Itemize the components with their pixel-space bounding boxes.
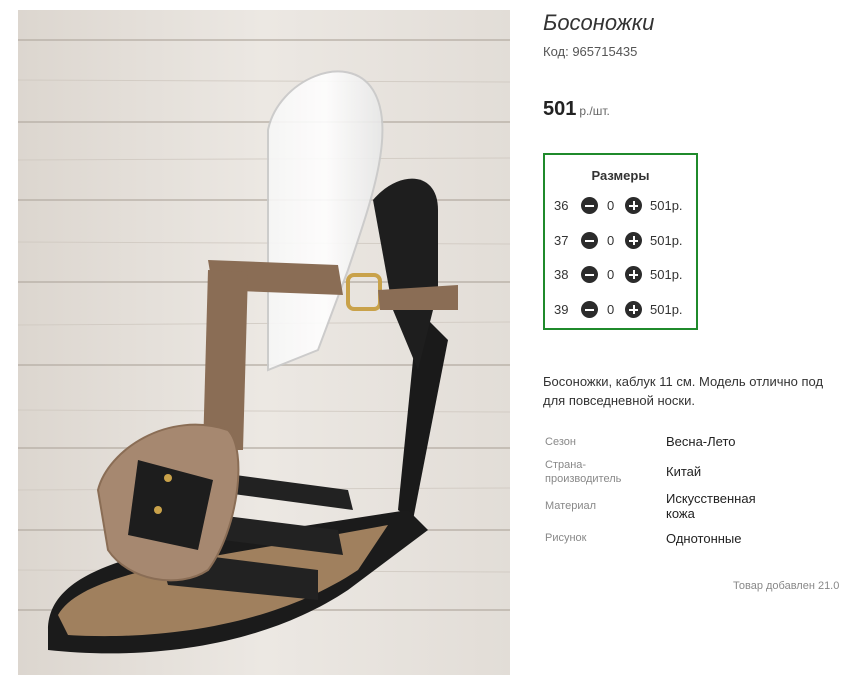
description-line: для повседневной носки.	[543, 393, 695, 408]
prop-value-line: кожа	[666, 506, 695, 521]
plus-icon[interactable]	[625, 301, 642, 318]
sandal-photo-icon	[18, 10, 510, 675]
prop-value-material: Искусственная кожа	[666, 491, 786, 521]
price-unit: р./шт.	[579, 104, 610, 118]
prop-label-country: Страна- производитель	[545, 458, 621, 486]
prop-value-pattern: Однотонные	[666, 531, 742, 546]
product-image[interactable]	[18, 10, 510, 675]
minus-icon[interactable]	[581, 266, 598, 283]
prop-label-material: Материал	[545, 500, 596, 512]
size-price: 501р.	[650, 233, 683, 248]
plus-icon[interactable]	[625, 197, 642, 214]
prop-value-country: Китай	[666, 464, 702, 479]
product-title: Босоножки	[543, 10, 655, 35]
size-row-36: 36 0 501р.	[545, 195, 696, 217]
product-price: 501 р./шт.	[543, 98, 610, 121]
plus-icon[interactable]	[625, 232, 642, 249]
prop-value-line: Искусственная	[666, 491, 756, 506]
quantity-value: 0	[607, 198, 615, 213]
added-date: Товар добавлен 21.0	[733, 580, 840, 592]
prop-label-line: Страна-	[545, 459, 587, 471]
size-row-37: 37 0 501р.	[545, 230, 696, 252]
price-amount: 501	[543, 98, 577, 120]
prop-label-season: Сезон	[545, 436, 576, 448]
prop-label-pattern: Рисунок	[545, 532, 587, 544]
size-label: 38	[554, 267, 569, 282]
quantity-value: 0	[607, 233, 615, 248]
minus-icon[interactable]	[581, 301, 598, 318]
size-price: 501р.	[650, 198, 683, 213]
size-price: 501р.	[650, 302, 683, 317]
quantity-value: 0	[607, 302, 615, 317]
product-code: Код: 965715435	[543, 44, 638, 59]
size-row-38: 38 0 501р.	[545, 264, 696, 286]
size-label: 39	[554, 302, 569, 317]
minus-icon[interactable]	[581, 197, 598, 214]
size-row-39: 39 0 501р.	[545, 299, 696, 321]
size-label: 36	[554, 198, 569, 213]
prop-value-season: Весна-Лето	[666, 434, 736, 449]
size-price: 501р.	[650, 267, 683, 282]
prop-label-line: производитель	[545, 473, 622, 485]
description-line: Босоножки, каблук 11 см. Модель отлично …	[543, 374, 824, 389]
plus-icon[interactable]	[625, 266, 642, 283]
quantity-value: 0	[607, 267, 615, 282]
sizes-box: Размеры 36 0 501р. 37 0 501р. 38 0 501р.…	[543, 153, 698, 330]
product-description: Босоножки, каблук 11 см. Модель отлично …	[543, 372, 846, 410]
minus-icon[interactable]	[581, 232, 598, 249]
sizes-title: Размеры	[591, 168, 650, 183]
size-label: 37	[554, 233, 569, 248]
product-info: Босоножки Код: 965715435 501 р./шт. Разме…	[543, 0, 846, 675]
